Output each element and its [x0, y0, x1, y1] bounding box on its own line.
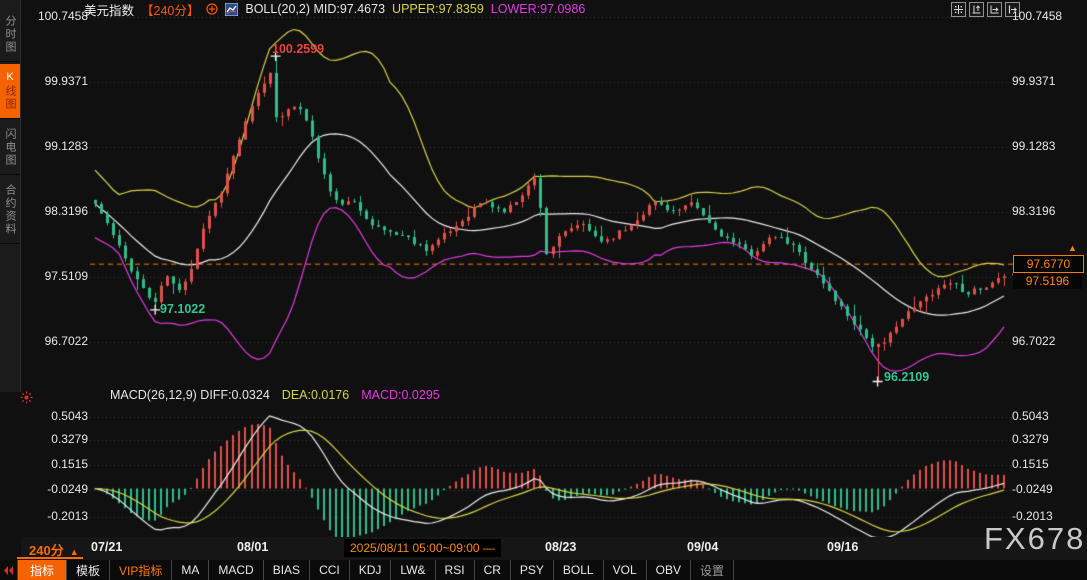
macd-axis-label: -0.0249	[24, 482, 88, 496]
y-axis-label: 97.5109	[24, 269, 88, 283]
date-label: 09/16	[827, 540, 858, 554]
crosshair-icon[interactable]	[951, 2, 966, 17]
toolbar-item-boll[interactable]: BOLL	[554, 560, 604, 580]
low-annotation: 97.1022	[160, 302, 205, 316]
boll-values: BOLL(20,2) MID:97.4673	[245, 2, 385, 16]
y-axis-label: 99.9371	[1012, 74, 1055, 88]
fx678-watermark: FX678	[984, 521, 1085, 557]
y-axis-label: 100.7458	[1012, 9, 1062, 23]
toolbar-item-cci[interactable]: CCI	[310, 560, 350, 580]
y-axis-label: 96.7022	[24, 334, 88, 348]
toolbar-item-settings[interactable]: 设置	[691, 560, 734, 580]
toolbar-item-bias[interactable]: BIAS	[264, 560, 310, 580]
period-label: 【240分】	[141, 0, 199, 19]
macd-header: MACD(26,12,9) DIFF:0.0324 DEA:0.0176 MAC…	[110, 388, 440, 402]
macd-axis-label: 0.5043	[1012, 409, 1049, 423]
timeframe-underline	[17, 557, 83, 559]
macd-axis-label: 0.1515	[24, 457, 88, 471]
scale-x-axis-icon[interactable]	[987, 2, 1002, 17]
date-label: 07/21	[91, 540, 122, 554]
x-axis-strip: 240分▲ 07/21 08/01 2025/08/11 05:00~09:00…	[21, 537, 1087, 560]
y-axis-label: 98.3196	[24, 204, 88, 218]
macd-axis-label: 0.1515	[1012, 457, 1049, 471]
scale-y-axis-icon[interactable]	[969, 2, 984, 17]
toolbar-item-vol[interactable]: VOL	[604, 560, 647, 580]
macd-dea-value: DEA:0.0176	[282, 388, 349, 402]
indicator-settings-icon[interactable]	[20, 391, 33, 409]
last-close-box: 97.5196	[1013, 273, 1082, 289]
price-chart-canvas[interactable]	[0, 0, 1087, 580]
toolbar-item-kdj[interactable]: KDJ	[350, 560, 392, 580]
red-flag-icon[interactable]	[0, 560, 17, 580]
high-annotation: 100.2599	[272, 42, 324, 56]
toolbar-item-psy[interactable]: PSY	[511, 560, 554, 580]
macd-axis-label: 0.5043	[24, 409, 88, 423]
low-late-annotation: 96.2109	[884, 370, 929, 384]
boll-upper-value: UPPER:97.8359	[392, 2, 484, 16]
sidebar-tab-timeline[interactable]: 分时图	[0, 8, 20, 62]
toolbar-item-ma[interactable]: MA	[172, 560, 209, 580]
kline-chart-icon[interactable]	[225, 3, 238, 16]
symbol-name: 美元指数	[84, 0, 134, 19]
y-axis-label: 96.7022	[1012, 334, 1055, 348]
sidebar: 分时图 K线图 闪电图 合约资料	[0, 0, 21, 392]
y-axis-label: 98.3196	[1012, 204, 1055, 218]
toolbar-item-rsi[interactable]: RSI	[436, 560, 475, 580]
toolbar-item-obv[interactable]: OBV	[647, 560, 691, 580]
boll-lower-value: LOWER:97.0986	[491, 2, 586, 16]
circle-minus-icon[interactable]	[206, 3, 218, 15]
triangle-up-icon: ▲	[70, 547, 79, 557]
indicator-toolbar: 指标 模板 VIP指标 MA MACD BIAS CCI KDJ LW& RSI…	[0, 560, 1087, 580]
sidebar-tab-flash[interactable]: 闪电图	[0, 121, 20, 175]
toolbar-item-cr[interactable]: CR	[475, 560, 511, 580]
y-axis-label: 99.1283	[1012, 139, 1055, 153]
price-up-arrow-icon: ▲	[1068, 243, 1077, 253]
macd-bar-value: MACD:0.0295	[361, 388, 440, 402]
date-range-tooltip: 2025/08/11 05:00~09:00 —	[344, 539, 501, 557]
macd-axis-label: 0.3279	[24, 432, 88, 446]
toolbar-item-template[interactable]: 模板	[67, 560, 110, 580]
toolbar-item-lw[interactable]: LW&	[391, 560, 435, 580]
chart-header: 美元指数 【240分】 BOLL(20,2) MID:97.4673 UPPER…	[84, 1, 585, 17]
current-price-box: 97.6770	[1013, 255, 1084, 273]
y-axis-label: 99.9371	[24, 74, 88, 88]
date-label: 09/04	[687, 540, 718, 554]
macd-axis-label: -0.2013	[24, 509, 88, 523]
macd-axis-label: 0.3279	[1012, 432, 1049, 446]
sidebar-tab-kline[interactable]: K线图	[0, 64, 20, 119]
sidebar-tab-contract-info[interactable]: 合约资料	[0, 177, 20, 244]
date-label: 08/23	[545, 540, 576, 554]
chart-tools	[951, 2, 1020, 17]
y-axis-label: 100.7458	[24, 9, 88, 23]
date-label: 08/01	[237, 540, 268, 554]
toolbar-item-macd[interactable]: MACD	[209, 560, 263, 580]
macd-axis-label: -0.0249	[1012, 482, 1053, 496]
toolbar-item-indicator[interactable]: 指标	[17, 560, 67, 580]
toolbar-item-vip[interactable]: VIP指标	[110, 560, 172, 580]
macd-values: MACD(26,12,9) DIFF:0.0324	[110, 388, 270, 402]
y-axis-label: 99.1283	[24, 139, 88, 153]
